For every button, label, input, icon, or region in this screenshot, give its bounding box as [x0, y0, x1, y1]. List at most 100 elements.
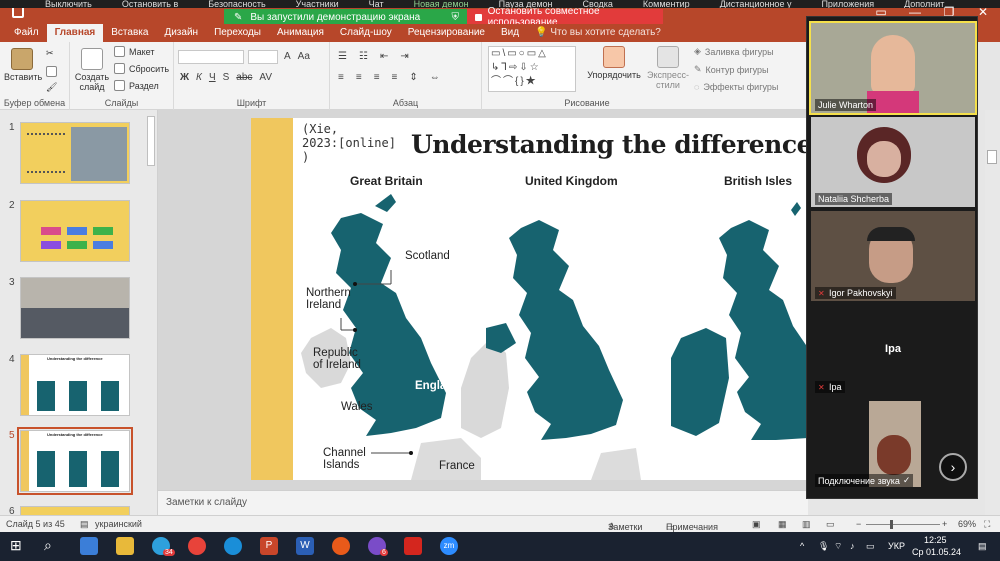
new-slide-button[interactable]: Создать слайд [74, 48, 110, 92]
zoom-toolbar-item[interactable]: Остановить в [122, 0, 178, 8]
participant-name: ✕ Igor Pakhovskyi [815, 287, 896, 299]
layout-button[interactable]: Макет [114, 46, 154, 57]
tab-file[interactable]: Файл [6, 24, 47, 42]
reset-button[interactable]: Сбросить [114, 63, 169, 74]
cut-button[interactable]: ✂ [46, 48, 54, 59]
tell-me-search[interactable]: 💡 Что вы хотите сделать? [527, 24, 669, 42]
zoom-slider[interactable] [866, 524, 940, 525]
copy-button[interactable] [46, 66, 57, 77]
scroll-thumb[interactable] [987, 150, 997, 164]
language-indicator[interactable]: украинский [95, 519, 142, 529]
participant-tile-4[interactable]: Ipa ✕ Ipa [811, 305, 975, 395]
current-slide[interactable]: (Xie, 2023:[online] ) Understanding the … [251, 118, 808, 480]
firefox-icon[interactable] [332, 537, 350, 555]
grow-font-button[interactable]: A [284, 51, 291, 62]
map-united-kingdom [461, 220, 641, 480]
edge-icon[interactable] [224, 537, 242, 555]
thumbnail-scrollbar[interactable] [145, 110, 157, 515]
tab-home[interactable]: Главная [46, 24, 104, 42]
tab-insert[interactable]: Вставка [103, 24, 156, 42]
align-right-button[interactable]: ≡ [374, 72, 380, 83]
outdent-icon[interactable]: ⇥ [400, 51, 408, 62]
reading-view-icon[interactable]: ▥ [802, 519, 811, 530]
participant-tile-2[interactable]: Nataliia Shcherba [811, 117, 975, 207]
battery-icon[interactable]: ▭ [866, 541, 875, 552]
zoom-toolbar-item[interactable]: Безопасность [208, 0, 265, 8]
align-text-button[interactable]: ⇔ [430, 72, 440, 83]
tab-animation[interactable]: Анимация [269, 24, 332, 42]
shape-effects-button[interactable]: ◌ Эффекты фигуры [694, 82, 778, 92]
scroll-thumb[interactable] [147, 116, 155, 166]
tray-chevron-icon[interactable]: ^ [800, 541, 804, 551]
indent-icon[interactable]: ⇤ [380, 51, 388, 62]
text-direction-button[interactable]: ⇕ [409, 72, 417, 83]
zoom-level[interactable]: 69% [958, 519, 976, 529]
underline-button[interactable]: Ч [209, 72, 216, 83]
zoom-taskbar-icon[interactable]: zm [440, 537, 458, 555]
tab-slideshow[interactable]: Слайд-шоу [332, 24, 400, 42]
shadow-button[interactable]: S [223, 72, 230, 83]
shape-fill-button[interactable]: ◈ Заливка фигуры [694, 46, 774, 57]
bold-button[interactable]: Ж [180, 72, 189, 83]
zoom-toolbar-item[interactable]: Дистанционное у [720, 0, 792, 8]
notes-pane[interactable]: Заметки к слайду [158, 490, 808, 515]
windows-start-icon[interactable]: ⊞ [10, 537, 28, 555]
zoom-toolbar-item[interactable]: Участники [296, 0, 339, 8]
fit-slide-icon[interactable]: ⛶ [984, 519, 990, 530]
spellcheck-icon[interactable]: ▤ [80, 519, 89, 530]
stop-share-button[interactable]: Остановить совместное использование [467, 6, 663, 28]
format-painter-button[interactable]: 🖌 [46, 82, 57, 93]
next-page-button[interactable]: › [939, 453, 967, 481]
acrobat-icon[interactable] [404, 537, 422, 555]
powerpoint-taskbar-icon[interactable]: P [260, 537, 278, 555]
participant-tile-3[interactable]: ✕ Igor Pakhovskyi [811, 211, 975, 301]
font-size-dropdown[interactable] [248, 50, 278, 64]
participant-tile-5[interactable]: Подключение звука ✓ › [811, 399, 975, 489]
roi-grey-shape [461, 338, 509, 438]
spacing-button[interactable]: AV [259, 72, 272, 83]
align-center-button[interactable]: ≡ [356, 72, 362, 83]
normal-view-icon[interactable]: ▣ [752, 519, 761, 530]
section-button[interactable]: Раздел [114, 80, 159, 91]
tab-transitions[interactable]: Переходы [206, 24, 269, 42]
tab-review[interactable]: Рецензирование [400, 24, 493, 42]
paste-button[interactable]: Вставить [4, 48, 42, 82]
search-icon[interactable]: ⌕ [44, 537, 62, 555]
tab-design[interactable]: Дизайн [156, 24, 206, 42]
word-taskbar-icon[interactable]: W [296, 537, 314, 555]
chrome-icon[interactable] [188, 537, 206, 555]
zoom-toolbar-item[interactable]: Новая демон [414, 0, 469, 8]
zoom-out-button[interactable]: − [856, 519, 861, 529]
notification-icon[interactable]: ▤ [978, 541, 987, 552]
font-name-dropdown[interactable] [178, 50, 244, 64]
paint-bucket-icon: ◈ [694, 46, 701, 56]
zoom-slider-handle[interactable] [890, 520, 893, 529]
main-vertical-scrollbar[interactable] [985, 110, 1000, 515]
shape-outline-button[interactable]: ✎ Контур фигуры [694, 64, 768, 75]
clock-date[interactable]: Ср 01.05.24 [912, 547, 961, 557]
slideshow-view-icon[interactable]: ▭ [826, 519, 835, 530]
participant-tile-1[interactable]: Julie Wharton [809, 21, 977, 115]
wifi-icon[interactable]: ⌔ [834, 541, 842, 552]
store-icon[interactable] [80, 537, 98, 555]
clock-time[interactable]: 12:25 [924, 535, 947, 545]
numbering-icon[interactable]: ☷ [359, 51, 368, 62]
arrange-button[interactable]: Упорядочить [586, 46, 642, 80]
language-tray[interactable]: УКР [888, 541, 905, 551]
slide-sorter-icon[interactable]: ▦ [778, 519, 787, 530]
align-left-button[interactable]: ≡ [338, 72, 344, 83]
shapes-gallery[interactable]: ▭\▭○▭△ ↳⅂⇨⇩☆ ⌒⌒{}★ [488, 46, 576, 92]
italic-button[interactable]: К [196, 72, 202, 83]
zoom-toolbar-item[interactable]: Выключить [45, 0, 92, 8]
mic-tray-icon[interactable]: 🎙 [818, 541, 829, 552]
volume-icon[interactable]: ♪ [850, 541, 855, 551]
quick-styles-button[interactable]: Экспресс-стили [644, 46, 692, 90]
strikethrough-button[interactable]: abc [236, 72, 252, 83]
file-explorer-icon[interactable] [116, 537, 134, 555]
bullets-icon[interactable]: ☰ [338, 51, 347, 62]
tab-view[interactable]: Вид [493, 24, 527, 42]
zoom-toolbar-item[interactable]: Чат [369, 0, 384, 8]
change-case-button[interactable]: Aa [298, 51, 310, 62]
justify-button[interactable]: ≡ [392, 72, 398, 83]
zoom-in-button[interactable]: + [942, 519, 947, 529]
